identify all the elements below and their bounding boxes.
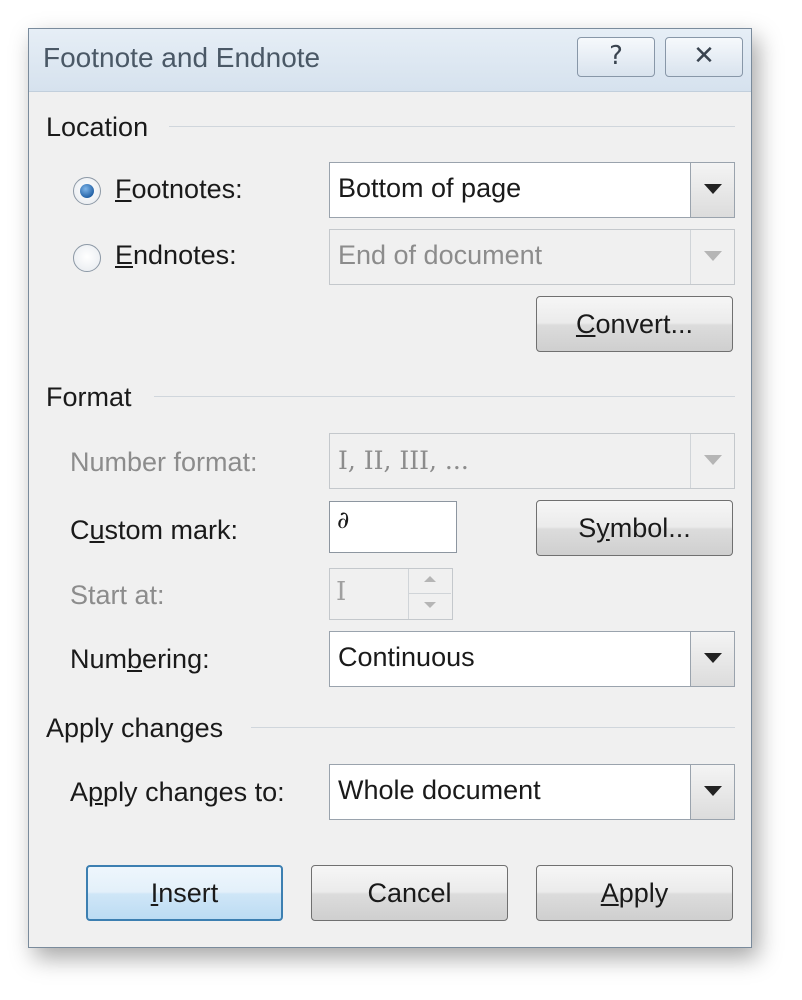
apply-button[interactable]: Apply [536,865,733,921]
format-group-heading: Format [46,382,132,412]
radio-selected-dot [80,184,94,198]
dropdown-arrow-icon[interactable] [690,230,734,284]
footnote-endnote-dialog: Footnote and Endnote ? ✕ Location Footno… [28,28,752,948]
help-icon: ? [609,41,623,71]
number-format-value: I, II, III, ... [338,446,469,475]
start-at-spinner[interactable]: I [329,568,453,620]
number-format-select[interactable]: I, II, III, ... [329,433,735,489]
endnotes-position-value: End of document [338,240,543,270]
apply-changes-to-value: Whole document [338,775,541,805]
apply-changes-group-divider [251,727,735,728]
format-group-divider [154,396,735,397]
close-icon: ✕ [693,41,715,71]
custom-mark-value: ∂ [337,506,350,534]
start-at-label: Start at: [70,580,165,610]
footnotes-radio[interactable] [73,177,101,205]
endnotes-radio[interactable] [73,244,101,272]
dropdown-arrow-icon[interactable] [690,434,734,488]
apply-changes-to-select[interactable]: Whole document [329,764,735,820]
apply-changes-group-heading: Apply changes [46,713,224,743]
dropdown-arrow-icon[interactable] [690,765,734,819]
close-button[interactable]: ✕ [665,37,743,77]
numbering-value: Continuous [338,642,475,672]
symbol-button[interactable]: Symbol... [536,500,733,556]
location-group-divider [169,126,735,127]
footnotes-position-select[interactable]: Bottom of page [329,162,735,218]
dropdown-arrow-icon[interactable] [690,632,734,686]
custom-mark-input[interactable]: ∂ [329,501,457,553]
dropdown-arrow-icon[interactable] [690,163,734,217]
convert-button[interactable]: Convert... [536,296,733,352]
spinner-buttons [408,569,452,619]
endnotes-label[interactable]: Endnotes: [115,240,237,271]
endnotes-position-select[interactable]: End of document [329,229,735,285]
help-button[interactable]: ? [577,37,655,77]
number-format-label: Number format: [70,447,258,477]
spinner-up-icon[interactable] [409,569,451,594]
spinner-down-icon[interactable] [409,594,451,619]
location-group-heading: Location [46,112,149,142]
footnotes-position-value: Bottom of page [338,173,522,203]
footnotes-label[interactable]: Footnotes: [115,174,243,205]
start-at-value: I [336,577,347,607]
dialog-title: Footnote and Endnote [43,42,321,73]
apply-changes-to-label: Apply changes to: [70,777,285,807]
numbering-select[interactable]: Continuous [329,631,735,687]
custom-mark-label: Custom mark: [70,515,239,545]
title-bar[interactable]: Footnote and Endnote ? ✕ [29,29,751,92]
insert-button[interactable]: Insert [86,865,283,921]
numbering-label: Numbering: [70,644,210,674]
cancel-button[interactable]: Cancel [311,865,508,921]
